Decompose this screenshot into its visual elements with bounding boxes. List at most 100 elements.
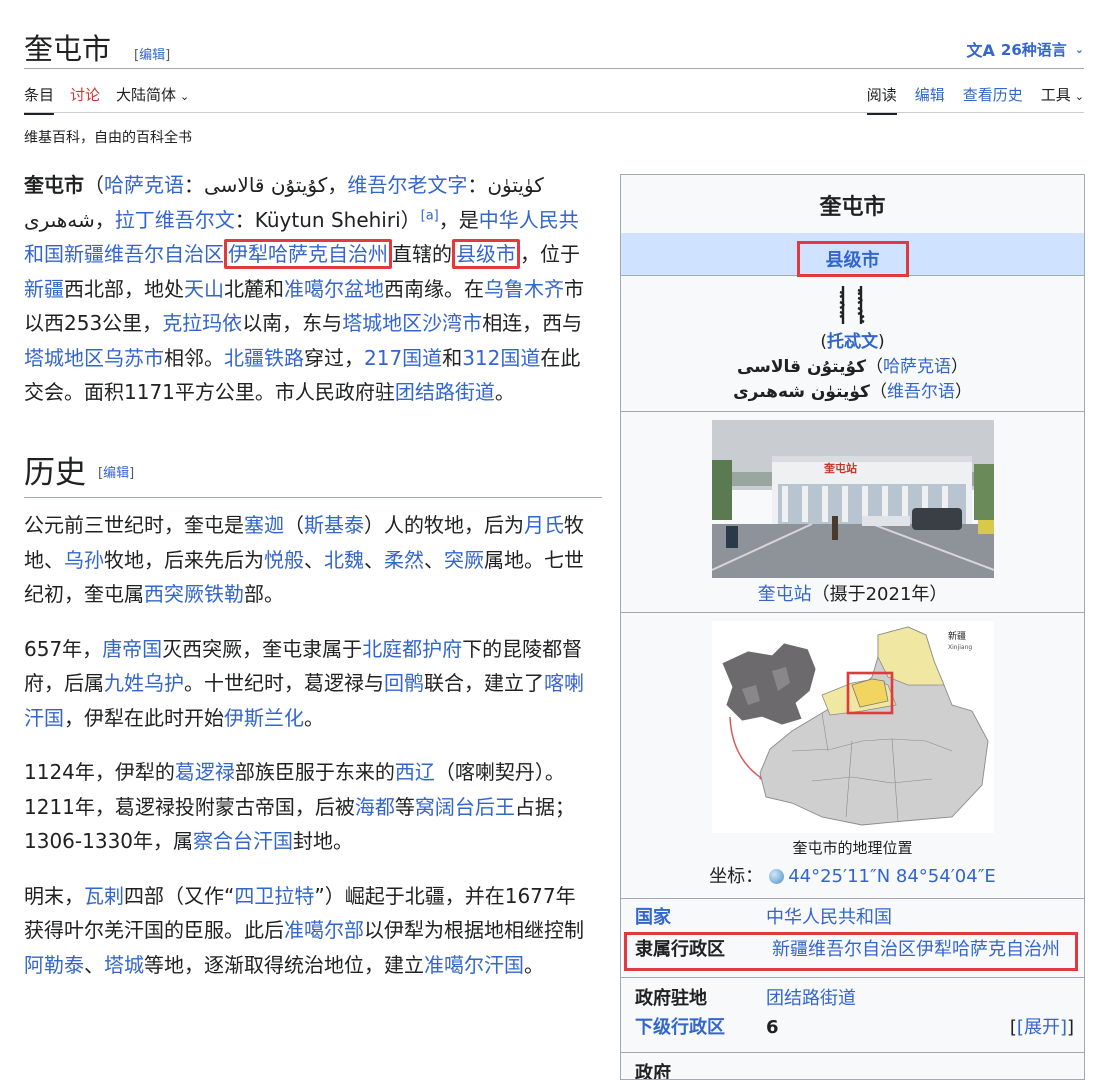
expand-link[interactable]: [展开] [1017, 1017, 1067, 1038]
infobox-row-seat: 政府驻地 团结路街道 [621, 986, 1084, 1011]
header-divider [24, 68, 1084, 69]
variant-dropdown[interactable]: 大陆简体 ⌄ [116, 84, 189, 115]
article-subject: 奎屯市 [24, 173, 84, 197]
link-dzungar-tribe[interactable]: 准噶尔部 [284, 918, 364, 942]
link-yuezhi[interactable]: 月氏 [524, 513, 564, 537]
tab-history[interactable]: 查看历史 [963, 84, 1023, 115]
link-todo-script[interactable]: 托忒文 [827, 332, 878, 352]
lead-text: 相邻。 [164, 345, 224, 370]
infobox-subtitle-link[interactable]: 县级市 [796, 241, 909, 277]
link-old-uyghur[interactable]: 维吾尔老文字 [347, 173, 467, 197]
infobox-data-rows: 国家 中华人民共和国 隶属行政区 新疆维吾尔自治区伊犁哈萨克自治州 政府驻地 团… [621, 899, 1084, 1080]
paragraph-text: 四部（又作“ [124, 883, 235, 908]
link-kazakh[interactable]: 哈萨克语 [104, 173, 184, 197]
link-kazakh-lang[interactable]: 哈萨克语 [883, 357, 951, 377]
link-kuitun-station[interactable]: 奎屯站 [758, 584, 812, 605]
link-latin-uyghur[interactable]: 拉丁维吾尔文 [115, 208, 235, 232]
link-tianshan[interactable]: 天山 [184, 277, 224, 301]
tools-dropdown[interactable]: 工具 ⌄ [1041, 84, 1084, 115]
link-tuanjie-road[interactable]: 团结路街道 [395, 380, 495, 404]
country-label-link[interactable]: 国家 [635, 907, 671, 928]
link-karluks[interactable]: 葛逻禄 [175, 760, 235, 784]
history-heading: 历史 [编辑] [24, 455, 602, 499]
link-jiuxing-wuhu[interactable]: 九姓乌护 [104, 671, 184, 695]
paragraph-text: 公元前三世纪时，奎屯是 [24, 513, 244, 538]
link-tang-empire[interactable]: 唐帝国 [102, 637, 162, 661]
link-wusu[interactable]: 塔城地区乌苏市 [24, 346, 164, 370]
link-ogedei-successors[interactable]: 窝阔台后王 [415, 795, 515, 819]
link-chagatai-khanate[interactable]: 察合台汗国 [193, 829, 293, 853]
link-beiting[interactable]: 北庭都护府 [362, 637, 462, 661]
paragraph-text: （ [284, 513, 304, 538]
parent-division-link[interactable]: 新疆维吾尔自治区伊犁哈萨克自治州 [772, 939, 1060, 960]
infobox-row-government: 政府 [621, 1061, 1084, 1080]
station-sign: 奎屯站 [823, 461, 857, 475]
link-altay[interactable]: 阿勒泰 [24, 953, 84, 977]
tab-read[interactable]: 阅读 [866, 84, 897, 115]
link-oirats[interactable]: 瓦剌 [84, 884, 124, 908]
paragraph-text: 657年， [24, 636, 103, 661]
history-edit-section: [编辑] [98, 465, 135, 481]
language-selector-button[interactable]: 文A 26种语言 ⌄ [967, 37, 1084, 61]
link-beijiang-railway[interactable]: 北疆铁路 [224, 346, 304, 370]
link-uyghur-khaganate[interactable]: 回鹘 [384, 671, 424, 695]
paragraph-text: 等地，逐渐取得统治地位，建立 [144, 952, 424, 977]
infobox-divider [621, 977, 1084, 978]
subdivisions-count: 6 [766, 1017, 779, 1038]
kazakh-name: كۇيتۇن قالاسى [736, 357, 867, 377]
uyghur-text-b: شەھىرى [24, 207, 95, 232]
history-edit-link[interactable]: 编辑 [103, 466, 129, 481]
country-value-link[interactable]: 中华人民共和国 [766, 907, 892, 928]
seat-link[interactable]: 团结路街道 [766, 988, 856, 1009]
link-four-oirat[interactable]: 四卫拉特 [234, 884, 314, 908]
photo-caption-text: （摄于2021年） [811, 584, 948, 605]
link-g217[interactable]: 217国道 [364, 346, 442, 370]
link-karamay[interactable]: 克拉玛依 [162, 311, 242, 335]
map-label-xinjiang: 新疆 [948, 630, 966, 642]
coordinates-link[interactable]: 44°25′11″N 84°54′04″E [788, 866, 996, 887]
location-map[interactable]: 新疆 Xinjiang [711, 621, 994, 833]
link-urumqi[interactable]: 乌鲁木齐 [484, 277, 564, 301]
kuitun-station-photo[interactable]: 奎屯站 [711, 420, 994, 578]
paragraph-text: 。 [304, 705, 324, 730]
lead-text: 位于 [540, 242, 580, 266]
link-rouran[interactable]: 柔然 [384, 548, 424, 572]
government-label: 政府 [635, 1063, 671, 1080]
globe-icon[interactable] [769, 869, 785, 884]
reference-note[interactable]: [a] [421, 208, 439, 223]
link-shawan[interactable]: 塔城地区沙湾市 [342, 311, 482, 335]
tab-talk[interactable]: 讨论 [70, 84, 100, 115]
link-wusun[interactable]: 乌孙 [64, 548, 104, 572]
tab-edit[interactable]: 编辑 [915, 84, 945, 115]
link-islamization[interactable]: 伊斯兰化 [224, 706, 304, 730]
paragraph-text: 部。 [244, 582, 284, 607]
subdivisions-label-link[interactable]: 下级行政区 [635, 1017, 725, 1038]
link-tiele[interactable]: 西突厥铁勒 [144, 582, 244, 606]
paragraph-text: 、 [424, 547, 444, 572]
todo-script-glyph [838, 286, 865, 324]
link-ili-prefecture[interactable]: 伊犁哈萨克自治州 [224, 239, 392, 269]
link-western-liao[interactable]: 西辽 [395, 760, 435, 784]
title-edit-link[interactable]: 编辑 [139, 48, 165, 63]
link-scythians[interactable]: 斯基泰 [304, 513, 364, 537]
expand-toggle[interactable]: [[展开]] [1010, 1015, 1074, 1040]
paragraph-text: 1124年，伊犁的 [24, 760, 175, 785]
link-turks[interactable]: 突厥 [444, 548, 484, 572]
link-tacheng[interactable]: 塔城 [104, 953, 144, 977]
link-uyghur-lang[interactable]: 维吾尔语 [887, 382, 955, 402]
link-northern-wei[interactable]: 北魏 [324, 548, 364, 572]
link-kaidu[interactable]: 海都 [355, 795, 395, 819]
map-label-xinjiang-en: Xinjiang [948, 644, 972, 651]
link-dzungar-khanate[interactable]: 准噶尔汗国 [424, 953, 524, 977]
link-g312[interactable]: 312国道 [462, 346, 540, 370]
link-saka[interactable]: 塞迦 [244, 513, 284, 537]
infobox-photo-section: 奎屯站 奎屯站（摄于2021年） [621, 412, 1084, 612]
link-yueban[interactable]: 悦般 [264, 548, 304, 572]
link-county-level-city[interactable]: 县级市 [452, 239, 520, 269]
tab-article[interactable]: 条目 [24, 84, 55, 115]
photo-caption: 奎屯站（摄于2021年） [621, 580, 1084, 606]
paragraph-text: 明末， [24, 883, 84, 908]
infobox-row-subdivisions: 下级行政区 6 [[展开]] [621, 1015, 1084, 1040]
link-junggar-basin[interactable]: 准噶尔盆地 [284, 277, 384, 301]
link-xinjiang[interactable]: 新疆 [24, 277, 64, 301]
